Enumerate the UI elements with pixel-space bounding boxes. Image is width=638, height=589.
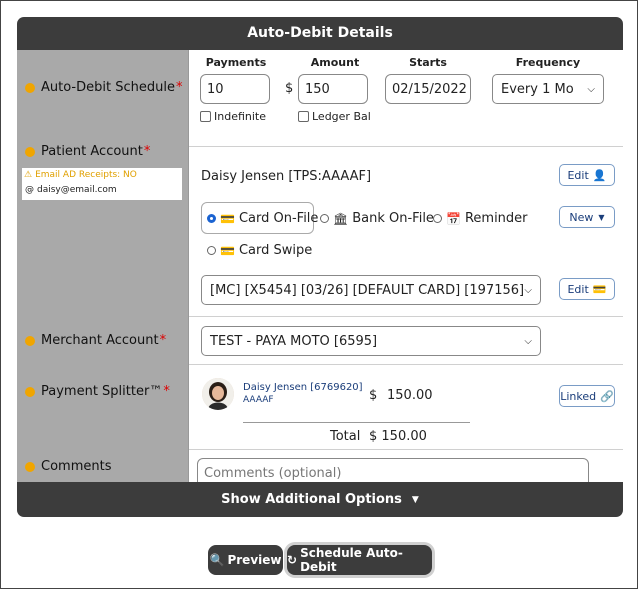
ledger-bal-label: Ledger Bal: [312, 110, 371, 123]
card-select-value: [MC] [X5454] [03/26] [DEFAULT CARD] [197…: [210, 282, 525, 298]
search-icon: 🔍: [209, 553, 225, 567]
patient-info-box: ⚠ Email AD Receipts: NO @ daisy@email.co…: [22, 168, 182, 200]
checkbox-box: [200, 111, 211, 122]
total-value: $ 150.00: [369, 429, 427, 444]
splitter-label-cell: Payment Splitter™ *: [17, 364, 189, 449]
required-dot-icon: [25, 82, 35, 93]
splitter-currency: $: [369, 388, 378, 403]
bank-icon: 🏛: [333, 211, 349, 226]
radio-selected-icon: [207, 214, 216, 223]
warning-icon: ⚠: [24, 170, 33, 180]
preview-button[interactable]: 🔍 Preview: [208, 545, 283, 575]
show-additional-options-label: Show Additional Options: [221, 492, 402, 507]
patient-label: Patient Account: [41, 144, 143, 159]
payments-input[interactable]: 10: [200, 74, 270, 104]
panel-title: Auto-Debit Details: [17, 17, 623, 50]
auto-debit-panel: Auto-Debit Details Auto-Debit Schedule * …: [17, 17, 623, 517]
credit-card-icon: 💳: [220, 243, 235, 258]
merchant-label-cell: Merchant Account *: [17, 316, 189, 364]
total-divider: [243, 422, 470, 423]
card-swipe-radio[interactable]: 💳 Card Swipe: [207, 243, 312, 258]
patient-email: daisy@email.com: [37, 185, 117, 195]
total-label: Total: [330, 429, 361, 444]
calendar-icon: 📅: [446, 211, 461, 226]
schedule-label: Auto-Debit Schedule: [41, 80, 175, 95]
new-payment-method-button[interactable]: New ▼: [559, 206, 615, 228]
merchant-row: Merchant Account * TEST - PAYA MOTO [6595…: [17, 316, 623, 365]
user-icon: 👤: [592, 168, 607, 182]
caret-down-icon: ▼: [598, 212, 605, 222]
radio-icon: [320, 214, 329, 223]
splitter-amount: 150.00: [387, 388, 433, 403]
required-dot-icon: [25, 335, 35, 346]
avatar: [202, 378, 234, 410]
chevron-down-icon: ⌵: [524, 335, 532, 347]
required-dot-icon: [25, 386, 35, 397]
indefinite-checkbox[interactable]: Indefinite: [200, 110, 266, 123]
radio-icon: [433, 214, 442, 223]
linked-button[interactable]: Linked 🔗: [559, 385, 615, 407]
reminder-radio[interactable]: 📅 Reminder: [433, 211, 528, 226]
edit-card-button[interactable]: Edit 💳: [559, 278, 615, 300]
comments-label-cell: Comments: [17, 449, 189, 482]
edit-patient-button[interactable]: Edit 👤: [559, 164, 615, 186]
chevron-down-icon: ⌵: [524, 284, 532, 296]
email-receipts-status: Email AD Receipts: NO: [35, 170, 137, 180]
comments-row: Comments Comments (optional): [17, 449, 623, 488]
amount-input[interactable]: 150: [298, 74, 368, 104]
refresh-icon: ↻: [287, 553, 298, 567]
payment-splitter-row: Payment Splitter™ * Daisy Jensen [6769620…: [17, 364, 623, 450]
page-frame: Auto-Debit Details Auto-Debit Schedule * …: [0, 0, 638, 589]
amount-currency: $: [285, 81, 294, 96]
ledger-bal-checkbox[interactable]: Ledger Bal: [298, 110, 371, 123]
at-icon: @: [25, 185, 34, 195]
merchant-label: Merchant Account: [41, 333, 159, 348]
splitter-label: Payment Splitter™: [41, 384, 163, 399]
checkbox-box: [298, 111, 309, 122]
radio-icon: [207, 246, 216, 255]
frequency-select[interactable]: Every 1 Mo ⌵: [492, 74, 604, 104]
frequency-header: Frequency: [515, 56, 581, 69]
amount-header: Amount: [310, 56, 360, 69]
optional-dot-icon: [25, 461, 35, 472]
link-icon: 🔗: [600, 389, 614, 403]
show-additional-options-bar[interactable]: Show Additional Options ▼: [17, 482, 623, 517]
comments-label: Comments: [41, 459, 112, 474]
chevron-down-icon: ⌵: [587, 83, 595, 95]
required-dot-icon: [25, 146, 35, 157]
patient-name: Daisy Jensen [TPS:AAAAF]: [201, 169, 372, 184]
card-on-file-radio[interactable]: 💳 Card On-File: [207, 211, 318, 226]
indefinite-label: Indefinite: [214, 110, 267, 123]
starts-date-input[interactable]: 02/15/2022: [385, 74, 471, 104]
card-select[interactable]: [MC] [X5454] [03/26] [DEFAULT CARD] [197…: [201, 275, 541, 305]
credit-card-icon: 💳: [220, 211, 235, 226]
payments-header: Payments: [205, 56, 267, 69]
caret-down-icon: ▼: [411, 494, 419, 505]
starts-header: Starts: [409, 56, 447, 69]
credit-card-icon: 💳: [592, 282, 607, 296]
splitter-person-code: AAAAF: [243, 395, 274, 405]
patient-label-cell: Patient Account * ⚠ Email AD Receipts: NO…: [17, 131, 189, 316]
merchant-select-value: TEST - PAYA MOTO [6595]: [210, 333, 378, 349]
schedule-auto-debit-button[interactable]: ↻ Schedule Auto-Debit: [287, 545, 432, 575]
frequency-value: Every 1 Mo: [501, 81, 574, 97]
merchant-select[interactable]: TEST - PAYA MOTO [6595] ⌵: [201, 326, 541, 356]
splitter-person-name[interactable]: Daisy Jensen [6769620]: [243, 382, 363, 393]
bank-on-file-radio[interactable]: 🏛 Bank On-File: [320, 211, 434, 226]
patient-account-row: Patient Account * ⚠ Email AD Receipts: NO…: [17, 131, 623, 317]
